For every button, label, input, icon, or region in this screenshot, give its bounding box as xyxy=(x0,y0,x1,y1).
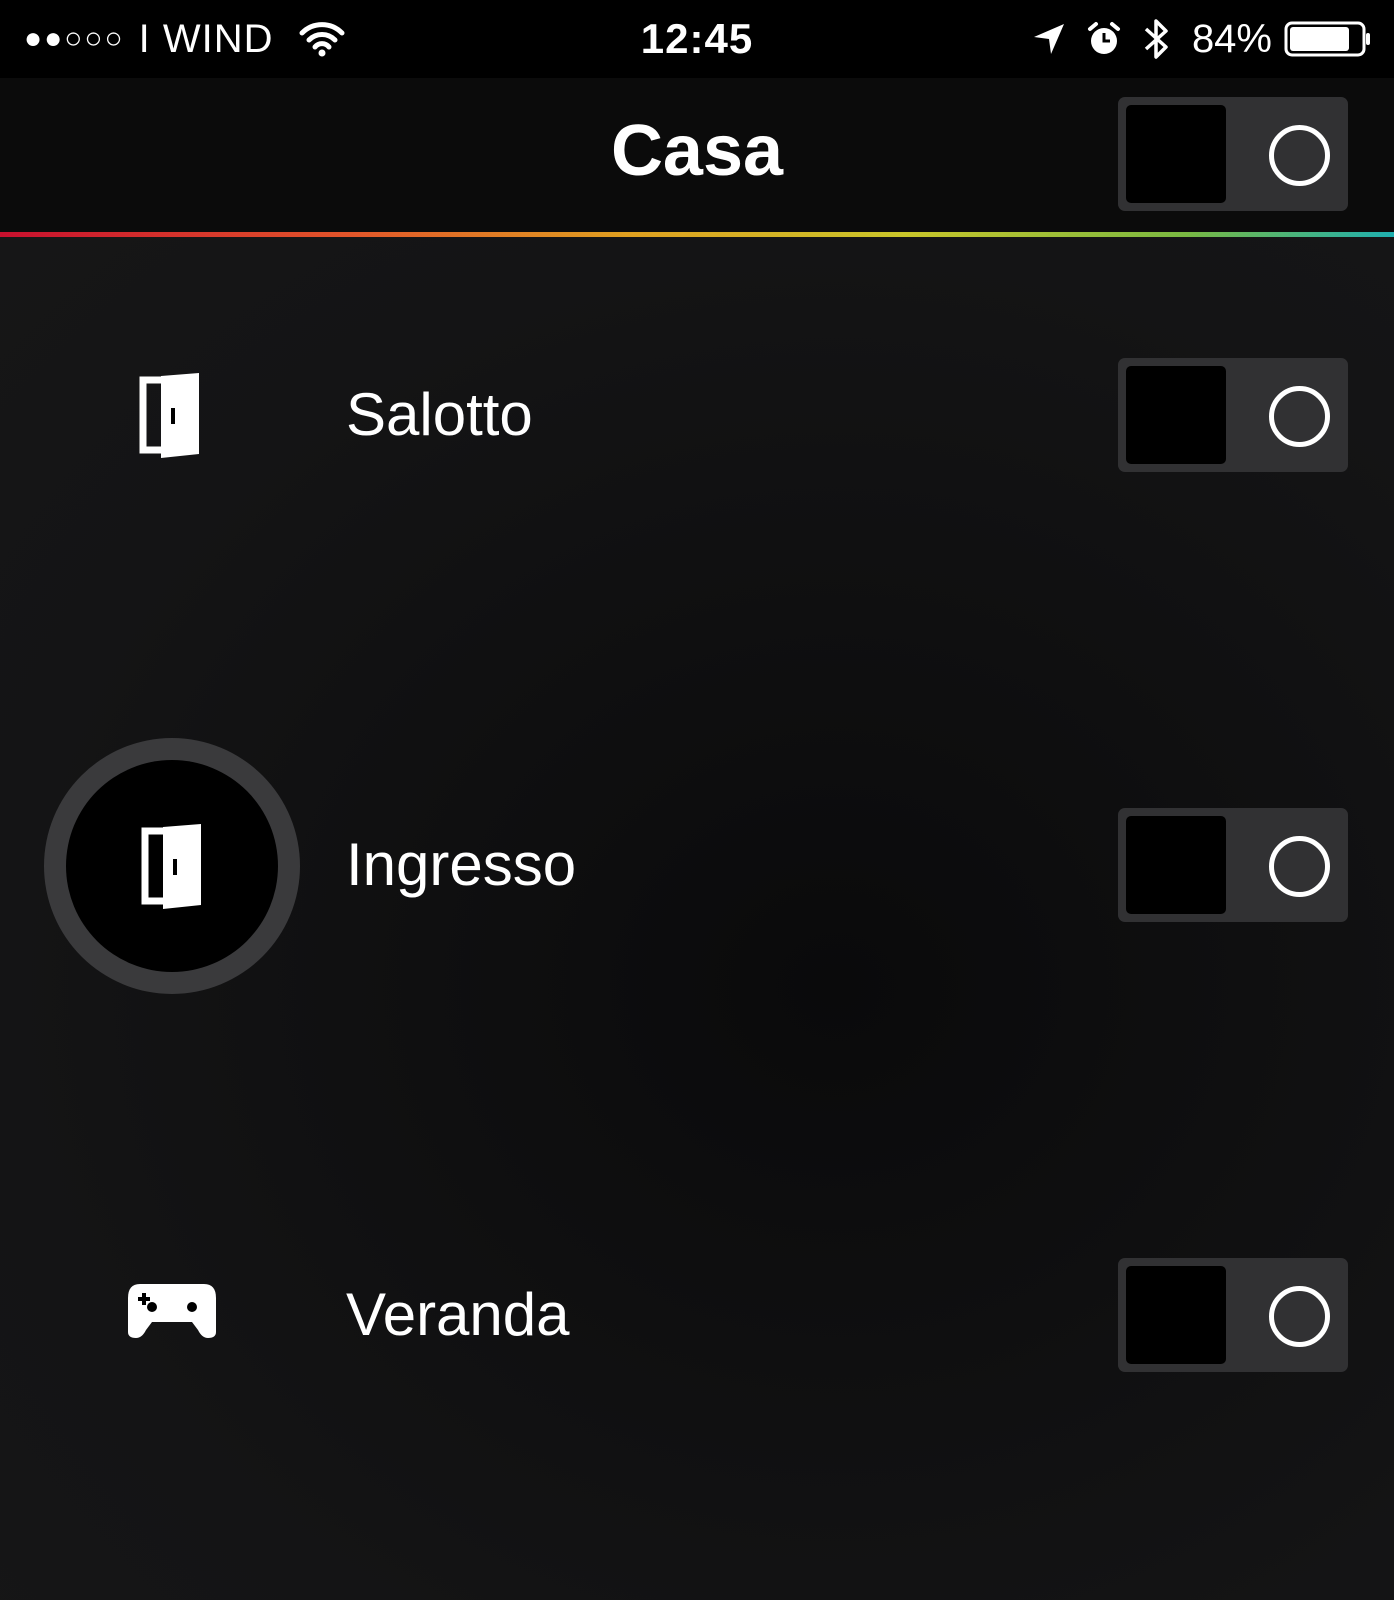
door-icon xyxy=(141,821,203,911)
toggle-knob xyxy=(1126,816,1226,914)
selected-room-badge xyxy=(66,760,278,972)
location-arrow-icon xyxy=(1032,22,1066,56)
home-toggle[interactable] xyxy=(1118,97,1348,211)
room-label: Salotto xyxy=(346,381,533,448)
room-row-salotto[interactable]: Salotto xyxy=(0,325,1394,505)
room-label: Ingresso xyxy=(346,831,577,898)
battery-icon xyxy=(1284,21,1372,57)
off-indicator-icon xyxy=(1269,1286,1330,1347)
room-label: Veranda xyxy=(346,1281,570,1348)
nav-bar: Casa xyxy=(0,78,1394,232)
gamepad-icon xyxy=(124,1275,220,1345)
selected-room-ring[interactable] xyxy=(44,738,300,994)
alarm-icon xyxy=(1086,21,1122,57)
status-right: 84% xyxy=(1032,0,1372,78)
toggle-knob xyxy=(1126,1266,1226,1364)
bluetooth-icon xyxy=(1142,17,1172,61)
off-indicator-icon xyxy=(1269,836,1330,897)
room-toggle-ingresso[interactable] xyxy=(1118,808,1348,922)
room-row-veranda[interactable]: Veranda xyxy=(0,1225,1394,1405)
status-bar: ●●○○○ I WIND 12:45 84% xyxy=(0,0,1394,78)
toggle-knob xyxy=(1126,366,1226,464)
battery-percent: 84% xyxy=(1191,16,1272,61)
door-icon xyxy=(130,370,210,460)
off-indicator-icon xyxy=(1269,386,1330,447)
room-toggle-veranda[interactable] xyxy=(1118,1258,1348,1372)
room-toggle-salotto[interactable] xyxy=(1118,358,1348,472)
off-indicator-icon xyxy=(1269,125,1330,186)
toggle-knob xyxy=(1126,105,1226,203)
